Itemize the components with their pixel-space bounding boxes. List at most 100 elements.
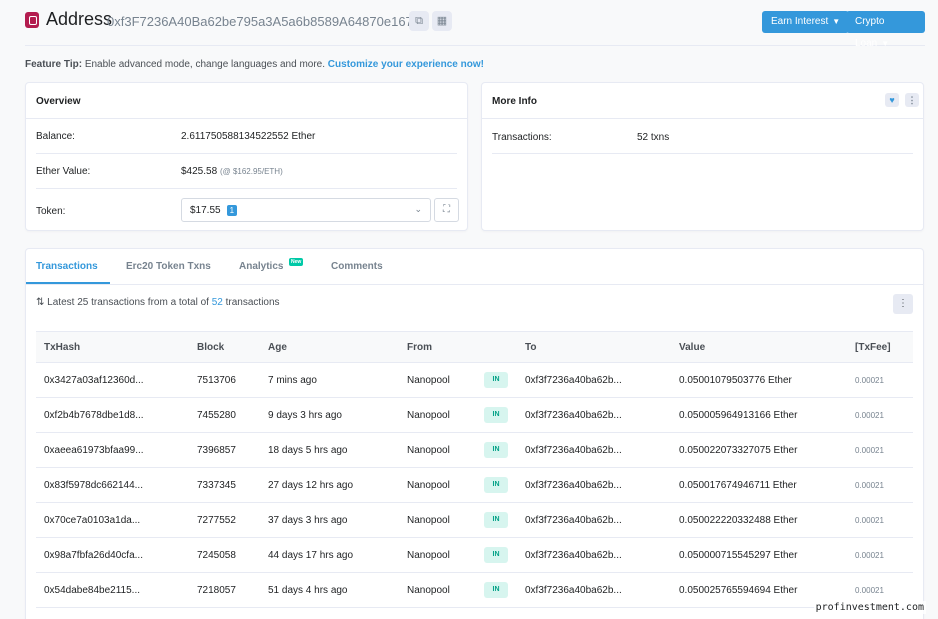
table-row: 0x98a7fbfa26d40cfa... 7245058 44 days 17… [36,538,913,573]
tx-fee: 0.00021 [855,376,884,385]
overview-title: Overview [26,83,467,119]
col-txhash: TxHash [44,342,81,353]
active-tab-indicator [26,282,110,284]
from-link[interactable]: Nanopool [407,585,450,596]
address-hash: 0xf3F7236A40Ba62be795a3A5a6b8589A64870e1… [107,14,413,29]
tx-hash-link[interactable]: 0x70ce7a0103a1da... [44,515,140,526]
from-link[interactable]: Nanopool [407,515,450,526]
chevron-down-icon: ▼ [881,39,890,48]
page-header: Address 0xf3F7236A40Ba62be795a3A5a6b8589… [25,0,925,49]
value: 0.050022220332488 Ether [679,515,798,526]
tab-transactions[interactable]: Transactions [36,261,98,272]
col-to: To [525,342,537,353]
table-row: 0xaeea61973bfaa99... 7396857 18 days 5 h… [36,433,913,468]
value: 0.05001079503776 Ether [679,375,792,386]
summary-suffix: transactions [225,297,280,308]
copy-icon[interactable]: ⧉ [409,11,429,31]
from-link[interactable]: Nanopool [407,445,450,456]
tx-hash-link[interactable]: 0xf2b4b7678dbe1d8... [44,410,144,421]
token-value: $17.55 [190,205,221,216]
direction-badge: IN [484,512,508,528]
tab-bar: Transactions Erc20 Token Txns Analytics N… [26,249,923,285]
age: 51 days 4 hrs ago [268,585,348,596]
to-address: 0xf3f7236a40ba62b... [525,585,622,596]
block-link[interactable]: 7513706 [197,375,236,386]
tx-fee: 0.00021 [855,446,884,455]
block-link[interactable]: 7218057 [197,585,236,596]
qr-code-icon[interactable]: ▦ [432,11,452,31]
tx-hash-link[interactable]: 0x3427a03af12360d... [44,375,144,386]
block-link[interactable]: 7396857 [197,445,236,456]
to-address: 0xf3f7236a40ba62b... [525,515,622,526]
tx-hash-link[interactable]: 0x54dabe84be2115... [44,585,140,596]
to-address: 0xf3f7236a40ba62b... [525,550,622,561]
token-dropdown[interactable]: $17.55 1 ⌄ [181,198,431,222]
tx-fee: 0.00021 [855,411,884,420]
wallet-icon [25,12,39,28]
tx-fee: 0.00021 [855,481,884,490]
from-link[interactable]: Nanopool [407,410,450,421]
direction-badge: IN [484,582,508,598]
tab-analytics[interactable]: Analytics New [239,258,304,272]
to-address: 0xf3f7236a40ba62b... [525,375,622,386]
from-link[interactable]: Nanopool [407,375,450,386]
value: 0.050022073327075 Ether [679,445,798,456]
feature-tip-text: Enable advanced mode, change languages a… [84,59,326,70]
value: 0.050005964913166 Ether [679,410,798,421]
page-title: Address [46,9,113,29]
more-info-card: More Info ♥ ⋮ Transactions: 52 txns [481,82,924,231]
earn-interest-button[interactable]: Earn Interest ▼ [762,11,850,33]
tx-fee: 0.00021 [855,551,884,560]
more-info-title: More Info [492,96,537,107]
col-from: From [407,342,432,353]
to-address: 0xf3f7236a40ba62b... [525,480,622,491]
token-label: Token: [36,206,66,217]
more-options-icon[interactable]: ⋮ [893,294,913,314]
divider [36,153,457,154]
chevron-down-icon: ▼ [832,17,841,26]
tx-hash-link[interactable]: 0x83f5978dc662144... [44,480,143,491]
value: 0.050017674946711 Ether [679,480,797,491]
tab-erc20-token-txns[interactable]: Erc20 Token Txns [126,261,211,272]
block-link[interactable]: 7245058 [197,550,236,561]
direction-badge: IN [484,442,508,458]
to-address: 0xf3f7236a40ba62b... [525,410,622,421]
block-link[interactable]: 7337345 [197,480,236,491]
tab-comments[interactable]: Comments [331,261,383,272]
expand-icon[interactable]: ⛶ [434,198,459,222]
more-options-icon[interactable]: ⋮ [905,93,919,107]
overview-card: Overview Balance: 2.611750588134522552 E… [25,82,468,231]
total-count-link[interactable]: 52 [212,297,223,308]
from-link[interactable]: Nanopool [407,480,450,491]
customize-link[interactable]: Customize your experience now! [328,59,484,70]
tx-fee: 0.00021 [855,516,884,525]
more-info-header: More Info ♥ ⋮ [482,83,923,119]
heart-icon[interactable]: ♥ [885,93,899,107]
tx-hash-link[interactable]: 0xaeea61973bfaa99... [44,445,144,456]
watermark: profinvestment.com [813,601,926,614]
value: 0.050000715545297 Ether [679,550,798,561]
table-row: 0x83f5978dc662144... 7337345 27 days 12 … [36,468,913,503]
table-row: 0x70ce7a0103a1da... 7277552 37 days 3 hr… [36,503,913,538]
new-badge: New [289,258,304,266]
tab-analytics-label: Analytics [239,261,284,272]
ether-value: $425.58 (@ $162.95/ETH) [181,166,283,177]
tx-hash-link[interactable]: 0x98a7fbfa26d40cfa... [44,550,143,561]
age: 27 days 12 hrs ago [268,480,354,491]
crypto-loan-button[interactable]: Crypto Loan ▼ [846,11,925,49]
age: 18 days 5 hrs ago [268,445,348,456]
value: 0.050025765594694 Ether [679,585,798,596]
tx-fee: 0.00021 [855,586,884,595]
summary-prefix: Latest 25 transactions from a total of [47,297,209,308]
feature-tip: Feature Tip: Enable advanced mode, chang… [25,59,484,70]
ether-value-amount: $425.58 [181,166,218,177]
balance-value: 2.611750588134522552 Ether [181,131,316,142]
block-link[interactable]: 7277552 [197,515,236,526]
col-age: Age [268,342,287,353]
age: 7 mins ago [268,375,317,386]
balance-label: Balance: [36,131,75,142]
block-link[interactable]: 7455280 [197,410,236,421]
from-link[interactable]: Nanopool [407,550,450,561]
token-count-badge: 1 [226,205,238,216]
age: 9 days 3 hrs ago [268,410,342,421]
